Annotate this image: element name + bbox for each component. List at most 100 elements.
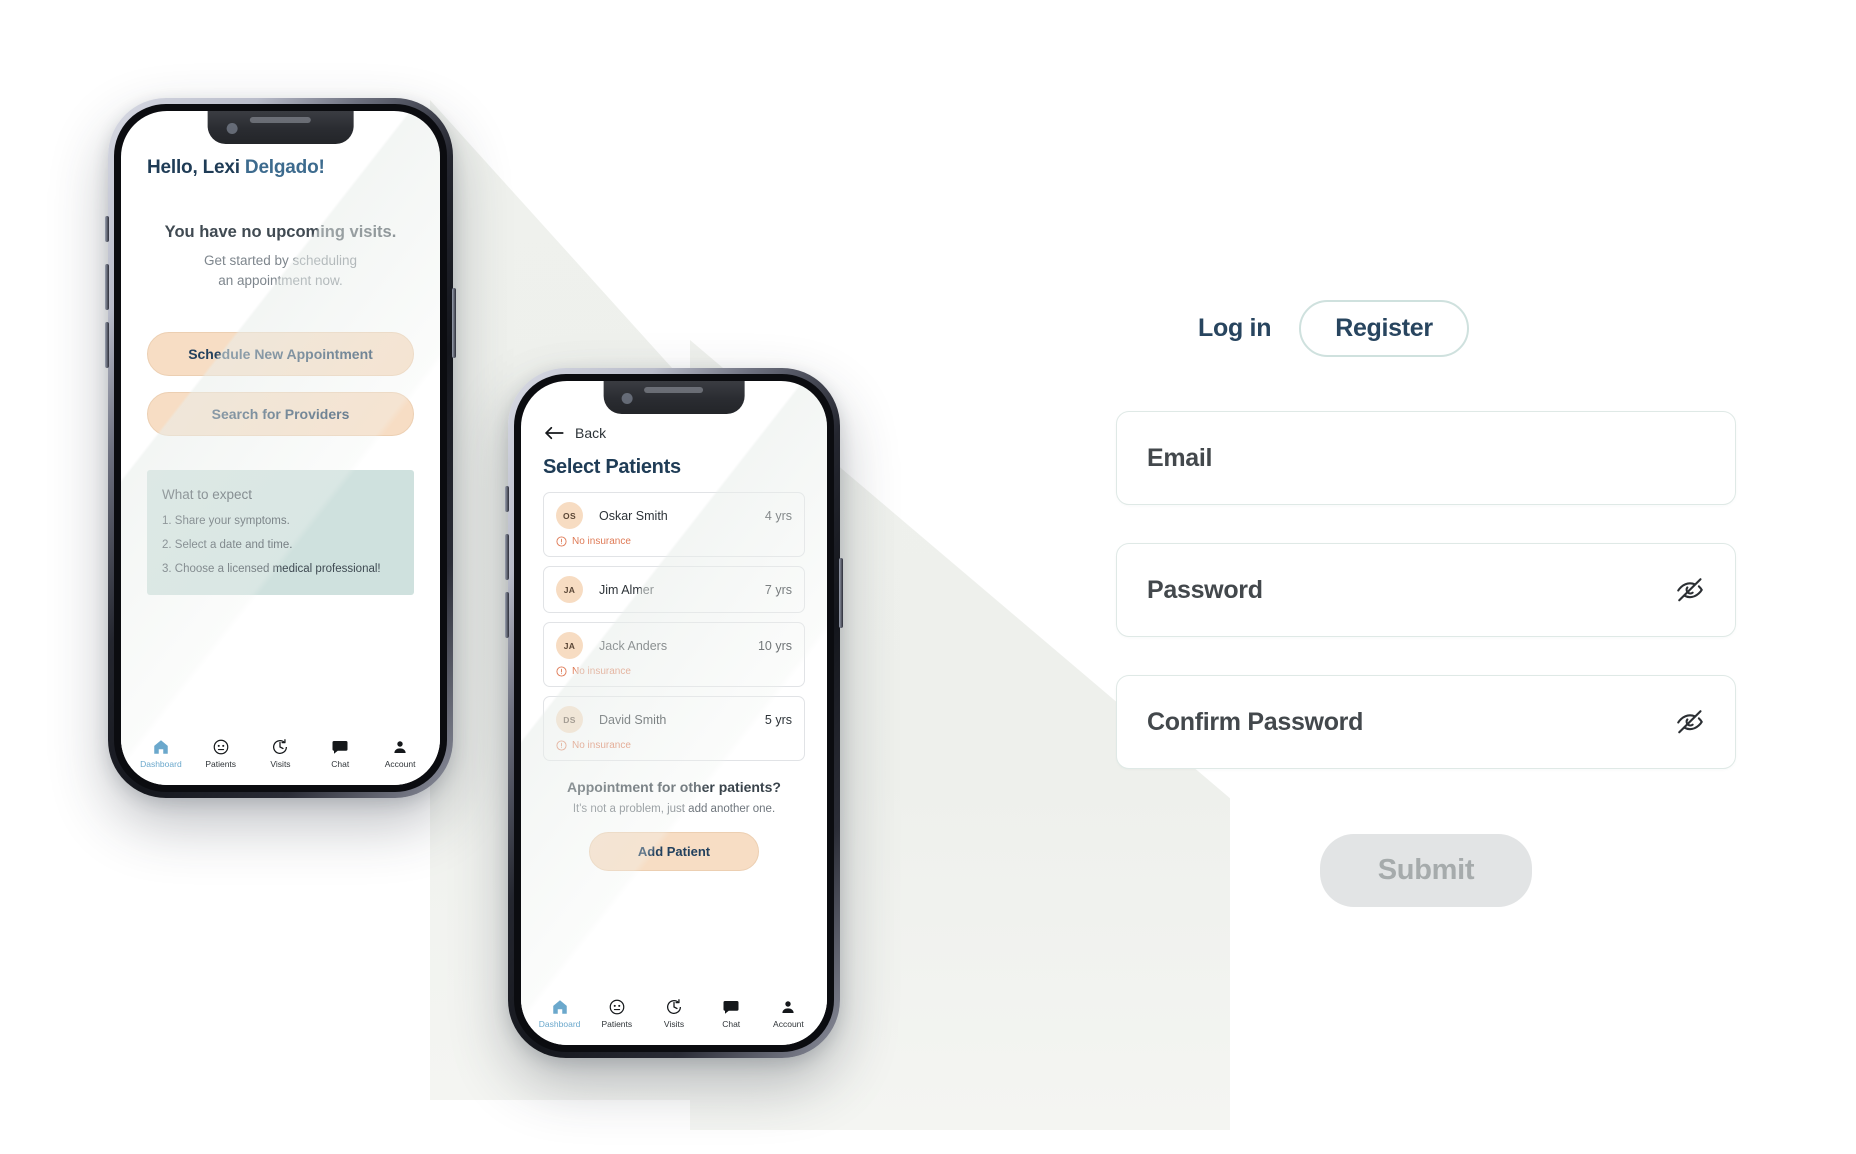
eye-off-icon[interactable] [1675, 575, 1705, 605]
expect-step: 3. Choose a licensed medical professiona… [162, 563, 381, 576]
nav-label: Account [384, 759, 416, 769]
empty-state-subtitle-line1: Get started by scheduling [203, 253, 358, 268]
select-patients-content: Back Select Patients OS Oskar Smith 4 yr… [521, 381, 827, 871]
face-icon [213, 739, 229, 755]
patient-name: Jim Almer [599, 582, 654, 597]
phone-screen: Back Select Patients OS Oskar Smith 4 yr… [521, 381, 827, 1045]
patient-age: 5 yrs [764, 712, 792, 727]
patient-name: David Smith [599, 712, 667, 727]
email-field-label: Email [1147, 443, 1213, 472]
no-insurance-badge: No insurance [556, 536, 792, 547]
history-icon [273, 739, 288, 755]
nav-item-patients[interactable]: Patients [191, 738, 251, 769]
earpiece-speaker [249, 117, 312, 123]
back-button[interactable]: Back [543, 425, 805, 441]
avatar: JA [556, 576, 583, 603]
empty-state: You have no upcoming visits. Get started… [147, 223, 414, 290]
tab-login[interactable]: Log in [1196, 300, 1273, 357]
phone-frame: Hello, Lexi Delgado! You have no upcomin… [105, 98, 456, 798]
mockup-canvas: Hello, Lexi Delgado! You have no upcomin… [0, 0, 1856, 1154]
other-patients-subtitle: It's not a problem, just add another one… [572, 803, 776, 815]
avatar: OS [556, 502, 583, 529]
history-icon [667, 999, 682, 1015]
nav-item-chat[interactable]: Chat [703, 998, 760, 1029]
avatar: JA [556, 632, 583, 659]
greeting-prefix: Hello, Lexi [147, 157, 245, 178]
nav-item-account[interactable]: Account [760, 998, 817, 1029]
person-icon [394, 741, 406, 753]
avatar: DS [556, 706, 583, 733]
nav-item-dashboard[interactable]: Dashboard [531, 998, 588, 1029]
dashboard-content: Hello, Lexi Delgado! You have no upcomin… [121, 111, 440, 596]
phone-bezel: Back Select Patients OS Oskar Smith 4 yr… [514, 374, 834, 1052]
nav-item-dashboard[interactable]: Dashboard [131, 738, 191, 769]
empty-state-title: You have no upcoming visits. [164, 223, 397, 241]
nav-item-visits[interactable]: Visits [645, 998, 702, 1029]
no-insurance-badge: No insurance [556, 740, 792, 751]
auth-tabs: Log in Register [1116, 300, 1736, 357]
email-field[interactable]: Email [1116, 411, 1736, 505]
register-form: Email Password Confirm Password [1116, 411, 1736, 769]
nav-item-patients[interactable]: Patients [588, 998, 645, 1029]
what-to-expect-card: What to expect 1. Share your symptoms. 2… [147, 470, 414, 596]
face-icon [609, 999, 625, 1015]
bottom-navigation-bar-dashboard: Dashboard Patients Visits Chat Account [121, 731, 440, 785]
other-patients-title: Appointment for other patients? [567, 779, 781, 795]
nav-label: Chat [722, 1019, 741, 1029]
nav-label: Patients [601, 1019, 633, 1029]
patient-age: 10 yrs [757, 638, 792, 653]
phone-mockup-dashboard: Hello, Lexi Delgado! You have no upcomin… [105, 98, 456, 798]
confirm-password-field[interactable]: Confirm Password [1116, 675, 1736, 769]
alert-circle-icon [556, 666, 567, 677]
patient-row: JA Jim Almer 7 yrs [556, 576, 792, 603]
greeting-name: Delgado! [244, 157, 325, 178]
no-insurance-badge: No insurance [556, 666, 792, 677]
patient-card[interactable]: OS Oskar Smith 4 yrs No insurance [543, 492, 805, 557]
power-button [839, 558, 843, 628]
nav-label: Visits [270, 759, 291, 769]
alert-circle-icon [556, 536, 567, 547]
tab-register[interactable]: Register [1299, 300, 1469, 357]
patient-age: 4 yrs [764, 508, 792, 523]
patient-row: OS Oskar Smith 4 yrs [556, 502, 792, 529]
patient-age: 7 yrs [764, 582, 792, 597]
nav-label: Visits [663, 1019, 685, 1029]
other-patients-section: Appointment for other patients? It's not… [543, 779, 805, 871]
phone-screen: Hello, Lexi Delgado! You have no upcomin… [121, 111, 440, 785]
patient-name: Jack Anders [599, 638, 668, 653]
expect-step: 2. Select a date and time. [162, 539, 293, 552]
volume-down-button [105, 322, 109, 368]
phone-mockup-select-patients: Back Select Patients OS Oskar Smith 4 yr… [505, 368, 843, 1058]
what-to-expect-steps: 1. Share your symptoms. 2. Select a date… [162, 515, 399, 575]
confirm-password-field-label: Confirm Password [1147, 707, 1364, 736]
patient-card[interactable]: DS David Smith 5 yrs No insurance [543, 696, 805, 761]
patient-row: JA Jack Anders 10 yrs [556, 632, 792, 659]
auth-panel: Log in Register Email Password Confirm P… [1116, 300, 1736, 907]
arrow-left-icon [545, 426, 564, 440]
nav-item-chat[interactable]: Chat [310, 738, 370, 769]
volume-down-button [505, 592, 509, 638]
nav-item-account[interactable]: Account [370, 738, 430, 769]
mute-switch [105, 216, 109, 242]
no-insurance-label: No insurance [572, 536, 631, 547]
search-for-providers-button[interactable]: Search for Providers [147, 392, 414, 437]
phone-frame: Back Select Patients OS Oskar Smith 4 yr… [505, 368, 843, 1058]
submit-button[interactable]: Submit [1319, 834, 1533, 907]
eye-off-icon[interactable] [1675, 707, 1705, 737]
chat-icon [723, 1001, 739, 1014]
power-button [452, 288, 456, 358]
add-patient-button[interactable]: Add Patient [589, 832, 759, 871]
patient-card[interactable]: JA Jack Anders 10 yrs No insurance [543, 622, 805, 687]
page-title: Select Patients [543, 456, 681, 478]
volume-up-button [505, 534, 509, 580]
nav-item-visits[interactable]: Visits [251, 738, 311, 769]
person-icon [782, 1001, 795, 1013]
expect-step: 1. Share your symptoms. [162, 515, 290, 528]
password-field[interactable]: Password [1116, 543, 1736, 637]
schedule-new-appointment-button[interactable]: Schedule New Appointment [147, 332, 414, 377]
patient-card[interactable]: JA Jim Almer 7 yrs [543, 566, 805, 613]
submit-row: Submit [1116, 834, 1736, 907]
bottom-navigation-bar-patients: Dashboard Patients Visits Chat Account [521, 991, 827, 1045]
phone-bezel: Hello, Lexi Delgado! You have no upcomin… [114, 104, 447, 792]
notch [603, 381, 745, 414]
